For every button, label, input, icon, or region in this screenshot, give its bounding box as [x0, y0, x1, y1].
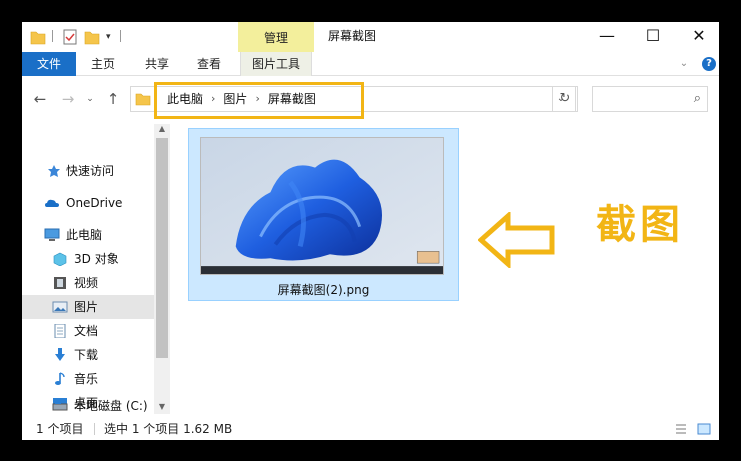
tab-share[interactable]: 共享: [134, 52, 180, 76]
customize-toolbar-icon[interactable]: ▾: [106, 28, 116, 46]
star-icon: [48, 165, 60, 177]
sidebar-item-label: 音乐: [74, 372, 99, 386]
sidebar-item-music[interactable]: 音乐: [22, 367, 154, 391]
selection-info: 选中 1 个项目 1.62 MB: [104, 422, 233, 436]
close-button[interactable]: ✕: [676, 22, 719, 52]
properties-icon[interactable]: [62, 28, 78, 46]
computer-icon: [44, 228, 60, 241]
arrow-left-icon: [478, 212, 555, 268]
scrollbar-thumb[interactable]: [156, 138, 168, 358]
folder-icon: [135, 93, 151, 106]
scroll-up-icon[interactable]: ▲: [154, 124, 170, 133]
sidebar-item-this-pc[interactable]: 此电脑: [22, 223, 154, 247]
sidebar-item-label: 视频: [74, 276, 99, 290]
address-highlight-box: [154, 82, 364, 119]
sidebar-item-downloads[interactable]: 下载: [22, 343, 154, 367]
folder-icon[interactable]: [30, 28, 46, 46]
recent-locations-button[interactable]: ⌄: [84, 88, 96, 110]
scrollbar[interactable]: ▲ ▼: [154, 124, 170, 414]
thumbnail-image: [200, 137, 444, 275]
title-bar: ▾ 管理 屏幕截图 — ☐ ✕: [22, 22, 719, 52]
tab-file[interactable]: 文件: [22, 52, 76, 76]
sidebar-item-label: 文档: [74, 324, 99, 338]
tab-home[interactable]: 主页: [80, 52, 126, 76]
navigation-bar: ← → ⌄ ↑ 此电脑 › 图片 › 屏幕截图 ⌄ ↻ ⌕: [22, 76, 719, 124]
sidebar-item-onedrive[interactable]: OneDrive: [22, 191, 154, 215]
file-list: 屏幕截图(2).png 截图: [172, 124, 719, 414]
sidebar-item-label: 快速访问: [66, 164, 115, 178]
callout-label: 截图: [596, 202, 684, 248]
back-button[interactable]: ←: [30, 88, 50, 110]
cloud-icon: [45, 199, 59, 207]
help-icon[interactable]: ?: [702, 57, 716, 71]
refresh-button[interactable]: ↻: [552, 86, 578, 112]
status-bar: 1 个项目 选中 1 个项目 1.62 MB: [22, 418, 719, 440]
ribbon-tabs: 文件 主页 共享 查看 图片工具 ⌄ ?: [22, 52, 719, 76]
sidebar-item-label: 下载: [74, 348, 99, 362]
scroll-down-icon[interactable]: ▼: [154, 402, 170, 411]
sidebar-item-3d-objects[interactable]: 3D 对象: [22, 247, 154, 271]
search-input[interactable]: ⌕: [592, 86, 708, 112]
file-name: 屏幕截图(2).png: [277, 283, 370, 297]
item-count: 1 个项目: [36, 422, 84, 436]
new-folder-icon[interactable]: [84, 28, 100, 46]
sidebar-item-local-disk-c[interactable]: 本地磁盘 (C:): [22, 394, 154, 418]
navigation-pane: 快速访问 OneDrive 此电脑 3D 对象 视频 图片 文档 下载 音乐 桌…: [22, 124, 170, 414]
sidebar-item-documents[interactable]: 文档: [22, 319, 154, 343]
details-view-icon: [676, 424, 686, 434]
document-icon: [54, 324, 66, 338]
forward-button[interactable]: →: [58, 88, 78, 110]
sidebar-item-label: 图片: [74, 300, 99, 314]
sidebar-item-videos[interactable]: 视频: [22, 271, 154, 295]
sidebar-item-label: 本地磁盘 (C:): [74, 399, 148, 413]
minimize-button[interactable]: —: [584, 22, 630, 52]
tab-manage[interactable]: 管理: [238, 22, 314, 52]
window-title: 屏幕截图: [328, 29, 377, 43]
picture-icon: [52, 301, 68, 313]
video-icon: [54, 277, 66, 289]
up-button[interactable]: ↑: [102, 88, 124, 110]
expand-ribbon-icon[interactable]: ⌄: [677, 52, 691, 76]
download-icon: [55, 348, 65, 361]
tab-picture-tools[interactable]: 图片工具: [240, 52, 312, 76]
sidebar-item-label: 此电脑: [66, 228, 103, 242]
file-item[interactable]: 屏幕截图(2).png: [188, 128, 459, 301]
sidebar-item-label: 3D 对象: [74, 252, 119, 266]
divider: [52, 30, 53, 42]
cube-icon: [53, 252, 67, 266]
sidebar-item-quick-access[interactable]: 快速访问: [22, 159, 154, 183]
music-icon: [55, 372, 65, 385]
large-icons-view-icon: [697, 423, 711, 435]
divider: [120, 30, 121, 42]
maximize-button[interactable]: ☐: [630, 22, 676, 52]
view-mode-icons[interactable]: [674, 422, 714, 436]
divider: [94, 423, 95, 435]
explorer-window: ▾ 管理 屏幕截图 — ☐ ✕ 文件 主页 共享 查看 图片工具 ⌄ ? ← →…: [22, 22, 719, 440]
sidebar-item-label: OneDrive: [66, 196, 123, 210]
search-icon: ⌕: [693, 91, 701, 106]
tab-view[interactable]: 查看: [186, 52, 232, 76]
sidebar-item-pictures[interactable]: 图片: [22, 295, 154, 319]
drive-icon: [52, 401, 68, 411]
